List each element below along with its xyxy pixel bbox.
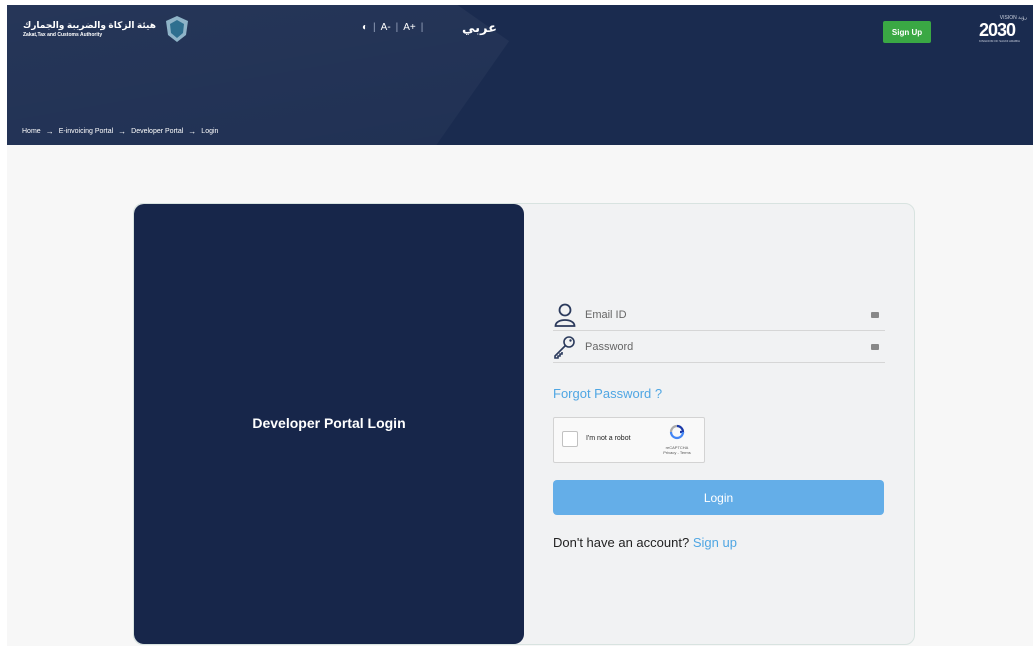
login-button[interactable]: Login bbox=[553, 480, 884, 515]
zatca-logo[interactable]: هيئة الزكاة والضريبة والجمارك Zakat,Tax … bbox=[23, 15, 190, 43]
password-field-row bbox=[553, 331, 885, 363]
breadcrumb-home[interactable]: Home bbox=[22, 128, 41, 135]
breadcrumb: Home → E-invoicing Portal → Developer Po… bbox=[22, 127, 218, 136]
email-field-row bbox=[553, 299, 885, 331]
breadcrumb-arrow-icon: → bbox=[45, 127, 54, 136]
signup-prompt: Don't have an account? Sign up bbox=[553, 535, 885, 550]
forgot-password-link[interactable]: Forgot Password ? bbox=[553, 386, 885, 401]
no-account-text: Don't have an account? bbox=[553, 535, 690, 550]
keyboard-icon[interactable] bbox=[871, 311, 879, 318]
keyboard-icon[interactable] bbox=[871, 343, 879, 350]
breadcrumb-arrow-icon: → bbox=[188, 127, 197, 136]
breadcrumb-login: Login bbox=[201, 128, 219, 135]
font-decrease-button[interactable]: A- bbox=[381, 22, 391, 33]
login-form: Forgot Password ? I'm not a robot reCAPT… bbox=[553, 299, 885, 550]
divider: | bbox=[395, 22, 399, 33]
email-input[interactable] bbox=[583, 307, 871, 322]
logo-english-name: Zakat,Tax and Customs Authority bbox=[23, 31, 103, 38]
recaptcha-label: I'm not a robot bbox=[586, 435, 631, 442]
contrast-icon[interactable]: ◐ bbox=[362, 22, 368, 33]
signup-link[interactable]: Sign up bbox=[693, 535, 737, 550]
accessibility-controls: ◐ | A- | A+ | bbox=[362, 22, 423, 33]
language-switch-link[interactable]: عربي bbox=[462, 20, 497, 36]
breadcrumb-arrow-icon: → bbox=[118, 127, 127, 136]
breadcrumb-developer-portal[interactable]: Developer Portal bbox=[131, 128, 183, 135]
password-input[interactable] bbox=[583, 339, 871, 354]
vision-number: 2030 bbox=[979, 20, 1016, 40]
font-increase-button[interactable]: A+ bbox=[403, 22, 416, 33]
recaptcha-terms-link[interactable]: Privacy - Terms bbox=[662, 450, 692, 455]
logo-text: هيئة الزكاة والضريبة والجمارك Zakat,Tax … bbox=[23, 20, 156, 39]
recaptcha-icon bbox=[669, 424, 685, 440]
header-signup-button[interactable]: Sign Up bbox=[883, 21, 931, 43]
divider: | bbox=[420, 22, 424, 33]
login-card: Developer Portal Login Email ID Forgot P… bbox=[133, 203, 915, 645]
breadcrumb-einvoicing[interactable]: E-invoicing Portal bbox=[59, 128, 113, 135]
recaptcha-widget: I'm not a robot reCAPTCHA Privacy - Term… bbox=[553, 417, 705, 463]
logo-arabic-name: هيئة الزكاة والضريبة والجمارك bbox=[23, 19, 156, 30]
recaptcha-checkbox[interactable] bbox=[562, 431, 578, 447]
divider: | bbox=[373, 22, 376, 33]
key-icon bbox=[553, 334, 577, 360]
zatca-emblem-icon bbox=[165, 16, 188, 42]
vision-2030-logo: VISION رؤية 2030 KINGDOM OF SAUDI ARABIA bbox=[979, 15, 1027, 43]
panel-title: Developer Portal Login bbox=[252, 414, 406, 431]
recaptcha-badge: reCAPTCHA Privacy - Terms bbox=[662, 424, 692, 455]
vision-subtitle: KINGDOM OF SAUDI ARABIA bbox=[979, 39, 1021, 43]
user-icon bbox=[553, 302, 577, 328]
login-side-panel: Developer Portal Login bbox=[134, 204, 524, 644]
site-header: هيئة الزكاة والضريبة والجمارك Zakat,Tax … bbox=[7, 5, 1033, 145]
